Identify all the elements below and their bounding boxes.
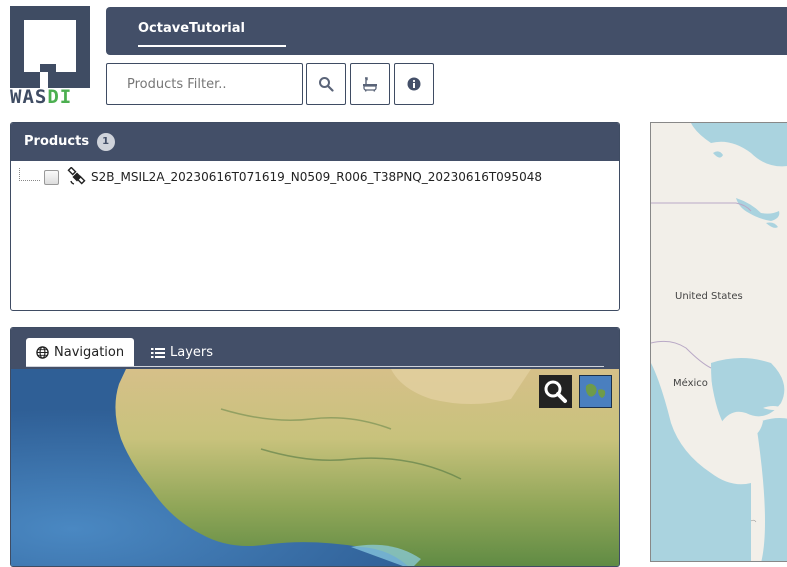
workspace-tab-bar: OctaveTutorial xyxy=(106,7,787,55)
products-title: Products xyxy=(24,134,90,149)
globe-terrain xyxy=(11,369,619,566)
tab-navigation-label: Navigation xyxy=(54,345,125,360)
world-map[interactable]: United States México xyxy=(650,122,787,562)
map-label-mexico: México xyxy=(673,378,708,389)
product-checkbox[interactable] xyxy=(44,169,59,185)
info-icon xyxy=(407,77,421,91)
globe-icon xyxy=(36,346,49,359)
basemap-icon xyxy=(580,376,611,407)
search-icon xyxy=(319,77,334,92)
product-tree-item[interactable]: S2B_MSIL2A_20230616T071619_N0509_R006_T3… xyxy=(19,167,542,187)
tab-navigation[interactable]: Navigation xyxy=(26,338,135,367)
navigation-header: Navigation Layers xyxy=(11,328,619,369)
wasdi-logo: WASDI xyxy=(10,6,90,108)
info-button[interactable] xyxy=(394,63,434,105)
bathtub-icon xyxy=(363,77,377,92)
world-map-tiles xyxy=(651,123,787,561)
magnifier-icon xyxy=(544,380,567,403)
logo-mark xyxy=(10,6,90,88)
products-header: Products 1 xyxy=(11,123,619,161)
workflow-button[interactable] xyxy=(350,63,390,105)
tab-workspace[interactable]: OctaveTutorial xyxy=(138,7,286,47)
globe-view[interactable] xyxy=(11,369,619,566)
basemap-picker-button[interactable] xyxy=(579,375,612,408)
map-label-united-states: United States xyxy=(675,291,743,302)
product-name[interactable]: S2B_MSIL2A_20230616T071619_N0509_R006_T3… xyxy=(91,170,542,184)
logo-text: WASDI xyxy=(10,86,73,108)
products-count-badge: 1 xyxy=(96,132,115,151)
search-button[interactable] xyxy=(306,63,346,105)
products-filter-input[interactable] xyxy=(106,63,303,105)
navigation-panel: Navigation Layers xyxy=(10,327,620,567)
tab-layers-label: Layers xyxy=(170,345,214,360)
products-panel: Products 1 S2B_MSIL2A_20230616T071619_N0… xyxy=(10,122,620,311)
globe-zoom-button[interactable] xyxy=(539,375,572,408)
list-icon xyxy=(151,347,165,358)
tab-layers[interactable]: Layers xyxy=(141,338,223,367)
tree-connector xyxy=(19,167,40,181)
satellite-icon xyxy=(67,167,86,185)
